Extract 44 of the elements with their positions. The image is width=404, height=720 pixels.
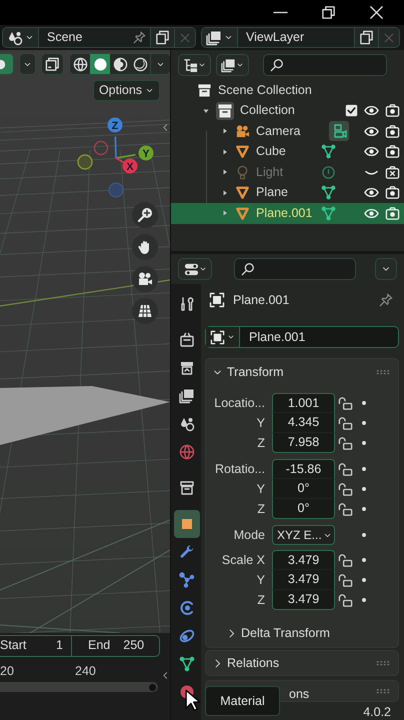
outliner-label: Scene Collection <box>218 82 312 99</box>
object-title: Plane.001 <box>233 292 290 309</box>
axis-handle[interactable]: Y <box>138 146 154 160</box>
field-label: Rotatio... <box>214 460 266 478</box>
number-field[interactable]: 0° <box>272 479 335 499</box>
field-label: Scale X <box>220 552 266 569</box>
outliner-row[interactable]: Plane <box>171 182 404 203</box>
number-field[interactable]: 3.479 <box>272 550 335 570</box>
number-field[interactable]: -15.86 <box>272 459 335 479</box>
field-label: Y <box>256 572 266 589</box>
outliner-label: Plane.001 <box>256 204 312 222</box>
number-field[interactable]: 3.479 <box>272 590 335 610</box>
axis-handle[interactable]: X <box>122 158 138 174</box>
outliner-label: Cube <box>256 143 286 160</box>
options-button[interactable]: Options <box>93 80 160 101</box>
axis-handle[interactable]: Z <box>108 118 122 132</box>
outliner-row[interactable]: Plane.001 <box>171 203 404 224</box>
number-field[interactable]: 4.345 <box>272 413 335 433</box>
outliner-label: Camera <box>256 122 300 140</box>
outliner-label: Collection <box>240 102 295 120</box>
panel-header[interactable]: Relations <box>206 651 398 675</box>
outliner-row[interactable]: Collection <box>171 100 404 121</box>
frame-number: 20 <box>0 663 14 680</box>
field-label: Z <box>256 500 266 518</box>
version-label: 4.0.2 <box>363 704 391 720</box>
number-field[interactable]: 7.958 <box>272 433 335 453</box>
field-label: Locatio... <box>213 394 266 412</box>
outliner-label: Light <box>256 164 284 181</box>
field-label: Y <box>256 480 266 498</box>
outliner-row[interactable]: Cube <box>171 142 404 162</box>
subpanel-header[interactable]: Delta Transform <box>206 623 398 643</box>
number-field[interactable]: 3.479 <box>272 570 335 590</box>
tooltip: Material <box>205 686 280 716</box>
field-label: Z <box>256 434 266 452</box>
outliner-row[interactable]: Camera <box>171 121 404 142</box>
frame-number: 240 <box>75 663 96 680</box>
mode-dropdown[interactable]: XYZ E... <box>272 525 335 545</box>
field-label: Mode <box>232 526 266 544</box>
number-field[interactable]: 0° <box>272 499 335 519</box>
number-field[interactable]: 1.001 <box>272 393 335 413</box>
field-label: Y <box>256 414 266 432</box>
field-label: Z <box>256 592 266 609</box>
outliner-label: Plane <box>256 184 288 202</box>
panel-header[interactable]: Transform <box>206 359 398 385</box>
